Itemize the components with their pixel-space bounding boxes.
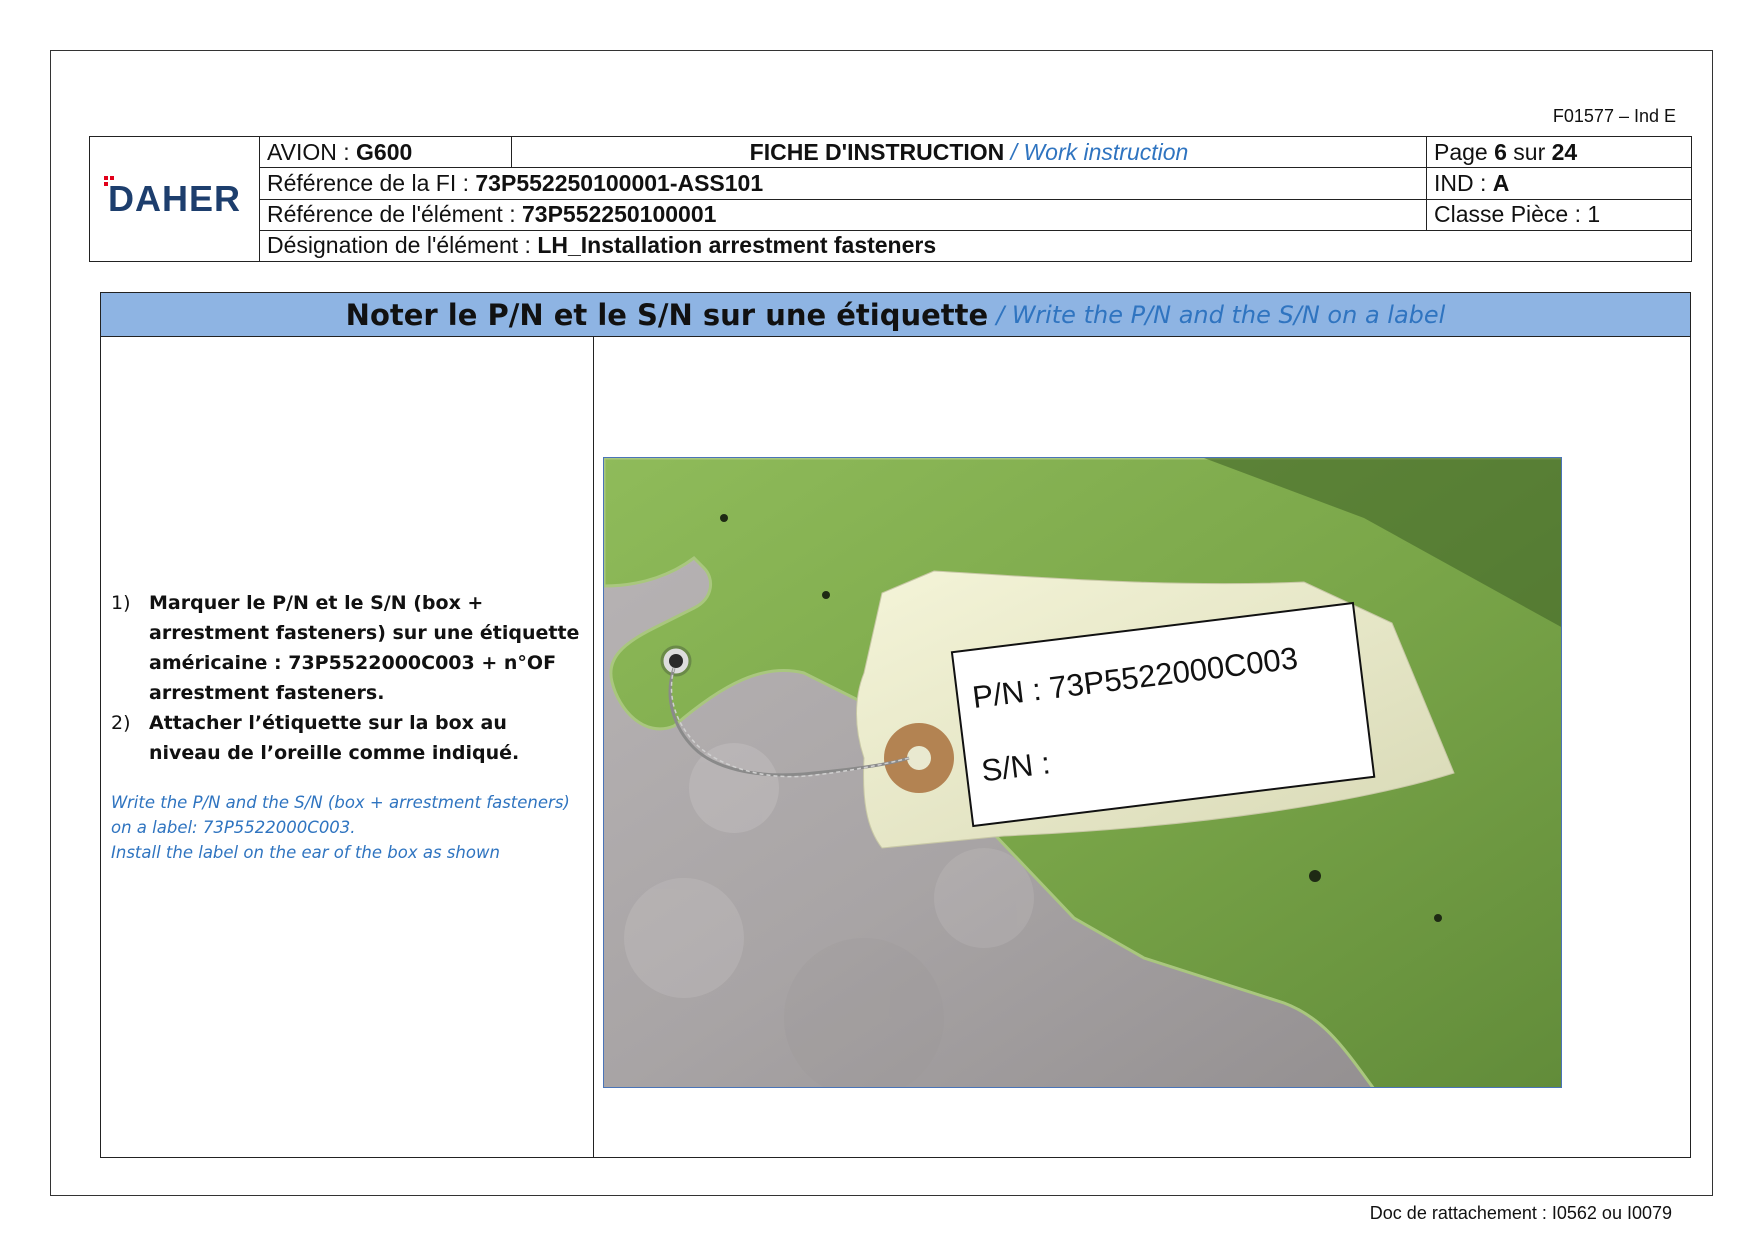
doc-title-fr: FICHE D'INSTRUCTION: [749, 138, 1005, 165]
section-title-fr: Noter le P/N et le S/N sur une étiquette: [345, 297, 989, 332]
note-line: Write the P/N and the S/N (box + arrestm…: [111, 793, 570, 812]
instruction-steps: 1) Marquer le P/N et le S/N (box + arres…: [111, 588, 581, 865]
step-number: 2): [111, 712, 131, 734]
ref-fi-label: Référence de la FI :: [267, 169, 476, 196]
ref-fi-cell: Référence de la FI : 73P552250100001-ASS…: [259, 167, 1427, 200]
step-number: 1): [111, 592, 131, 614]
logo-dots-icon: [103, 176, 118, 190]
ind-value: A: [1492, 169, 1510, 196]
ear-hole-center: [669, 654, 683, 668]
avion-label: AVION :: [267, 138, 357, 165]
tag-eyelet-hole: [907, 746, 931, 770]
english-note: Write the P/N and the S/N (box + arrestm…: [111, 790, 581, 865]
page-current: 6: [1494, 138, 1507, 165]
step-item: 1) Marquer le P/N et le S/N (box + arres…: [111, 588, 581, 708]
title-cell: FICHE D'INSTRUCTION / Work instruction: [511, 135, 1427, 169]
note-line: Install the label on the ear of the box …: [111, 843, 500, 862]
designation-cell: Désignation de l'élément : LH_Installati…: [259, 229, 1692, 263]
designation-label: Désignation de l'élément :: [267, 232, 538, 259]
ref-elem-label: Référence de l'élément :: [267, 201, 522, 228]
classe-cell: Classe Pièce : 1: [1426, 198, 1692, 231]
ind-cell: IND : A: [1426, 167, 1692, 200]
section-banner: Noter le P/N et le S/N sur une étiquette…: [101, 293, 1690, 337]
form-code: F01577 – Ind E: [1552, 106, 1676, 126]
rivet-hole: [720, 514, 728, 522]
rivet-hole: [1434, 914, 1442, 922]
ref-elem-value: 73P552250100001: [521, 201, 717, 228]
header-table: DAHER AVION : G600 FICHE D'INSTRUCTION /…: [89, 135, 1692, 263]
ref-fi-value: 73P552250100001-ASS101: [475, 169, 764, 196]
note-line: on a label: 73P5522000C003.: [111, 818, 356, 837]
page-prefix: Page: [1434, 138, 1495, 165]
column-divider: [593, 336, 594, 1157]
designation-value: LH_Installation arrestment fasteners: [537, 232, 937, 259]
daher-logo: DAHER: [103, 176, 241, 220]
section-title-en: / Write the P/N and the S/N on a label: [996, 300, 1446, 329]
logo-text: DAHER: [107, 178, 241, 219]
page-sur: sur: [1506, 138, 1552, 165]
doc-title-en: / Work instruction: [1004, 138, 1189, 165]
step-text: Attacher l’étiquette sur la box au nivea…: [149, 712, 520, 764]
page-cell: Page 6 sur 24: [1426, 135, 1692, 169]
rivet-hole: [1309, 870, 1321, 882]
label-photo: P/N : 73P5522000C003 S/N :: [603, 457, 1562, 1088]
avion-cell: AVION : G600: [259, 135, 512, 169]
ind-label: IND :: [1434, 169, 1493, 196]
step-item: 2) Attacher l’étiquette sur la box au ni…: [111, 708, 581, 768]
avion-value: G600: [356, 138, 413, 165]
ref-elem-cell: Référence de l'élément : 73P552250100001: [259, 198, 1427, 231]
page-total: 24: [1551, 138, 1578, 165]
logo-cell: DAHER: [89, 136, 260, 262]
step-text: Marquer le P/N et le S/N (box + arrestme…: [149, 592, 580, 704]
footer-text: Doc de rattachement : I0562 ou I0079: [1369, 1203, 1672, 1223]
rivet-hole: [822, 591, 830, 599]
